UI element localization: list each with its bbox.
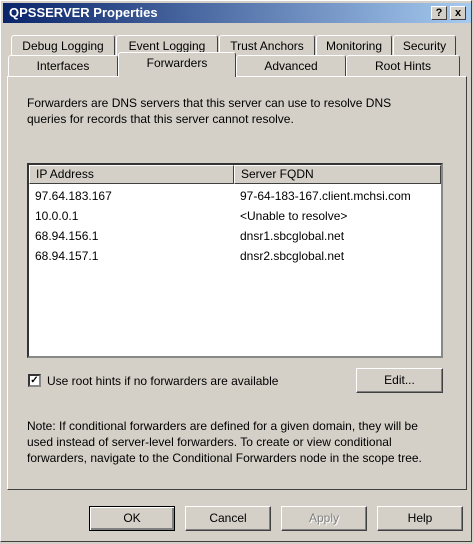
tab-root-hints[interactable]: Root Hints — [346, 55, 460, 77]
description-line-2: queries for records that this server can… — [27, 112, 294, 126]
table-row-ip[interactable]: 10.0.0.1 — [35, 207, 78, 225]
forwarders-list[interactable]: IP Address Server FQDN 97.64.183.167 97-… — [27, 163, 443, 358]
note-line-3: forwarders, navigate to the Conditional … — [27, 451, 422, 465]
tab-interfaces[interactable]: Interfaces — [8, 55, 118, 77]
table-row-fqdn[interactable]: 97-64-183-167.client.mchsi.com — [240, 187, 411, 205]
table-row-fqdn[interactable]: dnsr1.sbcglobal.net — [240, 227, 344, 245]
tab-debug-logging[interactable]: Debug Logging — [11, 35, 115, 57]
edit-button[interactable]: Edit... — [356, 368, 443, 393]
window-title: QPSSERVER Properties — [9, 5, 158, 20]
table-row-fqdn[interactable]: dnsr2.sbcglobal.net — [240, 247, 344, 265]
close-icon[interactable]: x — [450, 6, 466, 20]
description-line-1: Forwarders are DNS servers that this ser… — [27, 96, 392, 110]
use-root-hints-label[interactable]: Use root hints if no forwarders are avai… — [47, 373, 278, 389]
note-line-1: Note: If conditional forwarders are defi… — [27, 419, 418, 433]
help-button[interactable]: Help — [377, 506, 463, 531]
table-row-fqdn[interactable]: <Unable to resolve> — [240, 207, 347, 225]
ok-button[interactable]: OK — [89, 506, 175, 531]
use-root-hints-checkbox[interactable]: ✓ — [28, 374, 41, 387]
table-row-ip[interactable]: 97.64.183.167 — [35, 187, 112, 205]
help-icon[interactable]: ? — [431, 6, 447, 20]
column-header-ip-address[interactable]: IP Address — [29, 165, 234, 184]
table-row-ip[interactable]: 68.94.156.1 — [35, 227, 98, 245]
column-header-server-fqdn[interactable]: Server FQDN — [234, 165, 441, 184]
tab-forwarders[interactable]: Forwarders — [118, 52, 236, 77]
apply-button[interactable]: Apply — [281, 506, 367, 531]
title-bar[interactable]: QPSSERVER Properties ? x — [3, 3, 471, 23]
tab-advanced[interactable]: Advanced — [236, 55, 346, 77]
tab-security[interactable]: Security — [393, 35, 456, 57]
cancel-button[interactable]: Cancel — [185, 506, 271, 531]
checkmark-icon: ✓ — [30, 375, 39, 386]
tab-monitoring[interactable]: Monitoring — [316, 35, 392, 57]
table-row-ip[interactable]: 68.94.157.1 — [35, 247, 98, 265]
note-line-2: used instead of server-level forwarders.… — [27, 435, 392, 449]
